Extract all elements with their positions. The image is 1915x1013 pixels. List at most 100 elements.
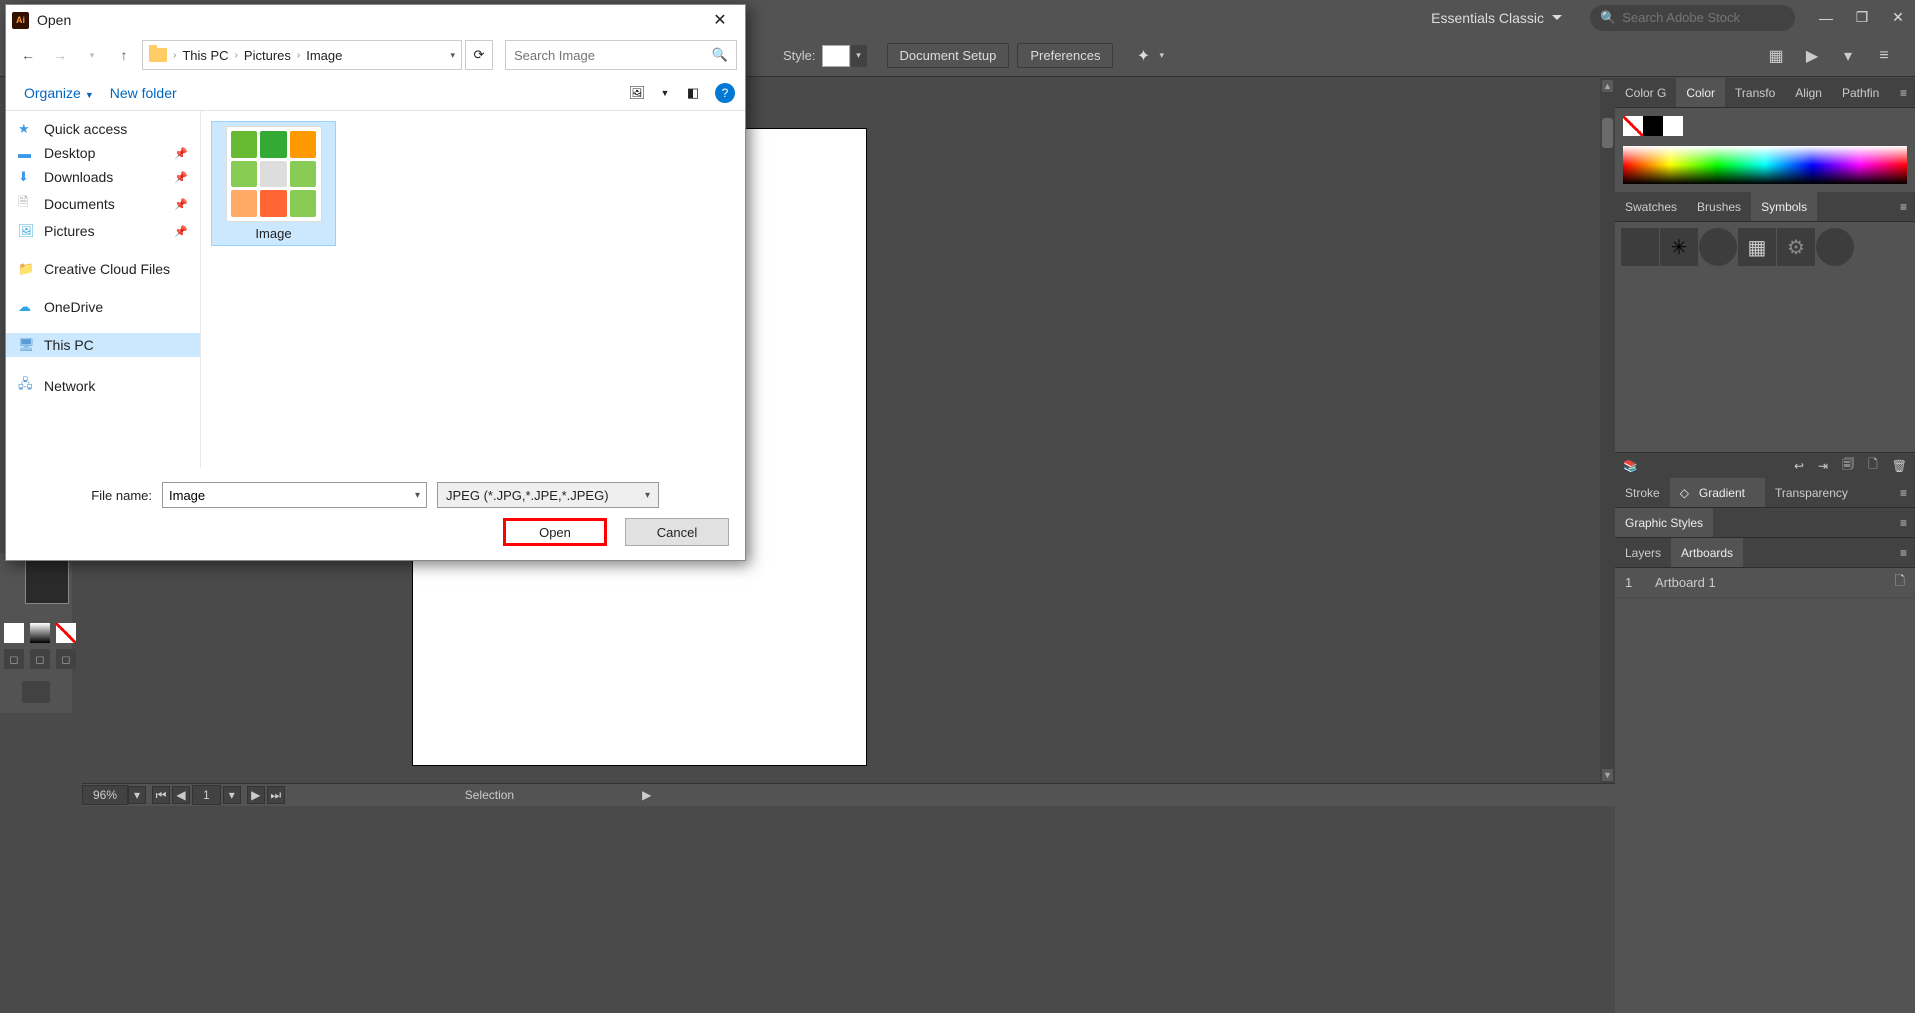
search-stock-input[interactable] (1622, 10, 1785, 25)
search-input[interactable] (514, 48, 712, 63)
color-panel-menu-icon[interactable]: ≡ (1892, 78, 1915, 107)
style-swatch[interactable] (822, 45, 850, 67)
tab-artboards[interactable]: Artboards (1671, 538, 1743, 567)
fill-stroke-indicator[interactable] (25, 560, 69, 604)
prev-artboard-button[interactable]: ◀ (172, 786, 190, 804)
snap-to-icon[interactable]: ✦ (1131, 44, 1155, 68)
symbol-item[interactable] (1816, 228, 1854, 266)
scroll-thumb[interactable] (1602, 118, 1613, 148)
filetype-select[interactable]: JPEG (*.JPG,*.JPE,*.JPEG) ▾ (437, 482, 659, 508)
search-field[interactable]: 🔍 (505, 40, 737, 70)
file-list[interactable]: Image (201, 111, 745, 468)
draw-behind-button[interactable]: ◻ (30, 649, 50, 669)
tab-symbols[interactable]: Symbols (1751, 192, 1817, 221)
symbol-item[interactable] (1699, 228, 1737, 266)
symbol-libraries-icon[interactable]: 📚 (1623, 459, 1638, 473)
gradient-mode-button[interactable] (30, 623, 50, 643)
refresh-button[interactable]: ⟳ (465, 40, 493, 70)
gpu-dropdown[interactable]: ▾ (1837, 45, 1859, 67)
nav-back-button[interactable]: ← (14, 41, 42, 69)
tab-align[interactable]: Align (1785, 78, 1832, 107)
artboard-row[interactable]: 1 Artboard 1 🗋 (1615, 568, 1915, 598)
nav-up-button[interactable]: ↑ (110, 41, 138, 69)
nav-recent-dropdown[interactable]: ▾ (78, 41, 106, 69)
symbol-item[interactable]: ▦ (1738, 228, 1776, 266)
tab-color[interactable]: Color (1676, 78, 1725, 107)
draw-inside-button[interactable]: ◻ (56, 649, 76, 669)
tab-color-guide[interactable]: Color G (1615, 78, 1676, 107)
symbol-options-icon[interactable]: 🗐 (1842, 455, 1854, 476)
delete-symbol-icon[interactable]: 🗑 (1892, 459, 1907, 473)
status-popup-arrow[interactable]: ▶ (642, 788, 651, 802)
place-symbol-icon[interactable]: ↩ (1794, 459, 1804, 473)
address-bar[interactable]: › This PC › Pictures › Image ▾ (142, 40, 462, 70)
cancel-button[interactable]: Cancel (625, 518, 729, 546)
file-item[interactable]: Image (211, 121, 336, 246)
filename-dropdown[interactable]: ▾ (415, 490, 420, 501)
document-setup-button[interactable]: Document Setup (887, 43, 1010, 68)
gpu-preview-icon[interactable]: ▶ (1801, 45, 1823, 67)
filename-combobox[interactable]: ▾ (162, 482, 427, 508)
screen-mode-button[interactable] (22, 681, 50, 703)
close-app-button[interactable]: ✕ (1889, 9, 1907, 27)
tab-swatches[interactable]: Swatches (1615, 192, 1687, 221)
scroll-up-arrow[interactable]: ▲ (1602, 80, 1613, 92)
artboard-options-icon[interactable]: 🗋 (1895, 572, 1905, 594)
tree-downloads[interactable]: ⬇Downloads📌 (6, 165, 200, 189)
next-artboard-button[interactable]: ▶ (247, 786, 265, 804)
last-artboard-button[interactable]: ⏭ (267, 786, 285, 804)
tab-transform[interactable]: Transfo (1725, 78, 1785, 107)
tree-desktop[interactable]: ▬Desktop📌 (6, 141, 200, 165)
tab-transparency[interactable]: Transparency (1765, 478, 1858, 507)
white-swatch[interactable] (1663, 116, 1683, 136)
view-mode-dropdown[interactable]: ▼ (651, 88, 679, 98)
style-dropdown[interactable]: ▾ (851, 45, 867, 67)
tree-onedrive[interactable]: ☁OneDrive (6, 295, 200, 319)
gradient-panel-menu-icon[interactable]: ≡ (1892, 478, 1915, 507)
breadcrumb-item[interactable]: Pictures (240, 46, 295, 65)
preview-pane-button[interactable]: ◧ (679, 85, 707, 101)
tree-pictures[interactable]: 🖼Pictures📌 (6, 219, 200, 243)
zoom-dropdown[interactable]: ▾ (128, 786, 146, 804)
breadcrumb-item[interactable]: This PC (178, 46, 232, 65)
arrange-documents-icon[interactable]: ▦ (1765, 45, 1787, 67)
tab-pathfinder[interactable]: Pathfin (1832, 78, 1889, 107)
view-mode-button[interactable]: 🖼 (623, 85, 651, 101)
preferences-button[interactable]: Preferences (1017, 43, 1113, 68)
filename-input[interactable] (169, 488, 415, 503)
new-symbol-icon[interactable]: 🗋 (1868, 455, 1878, 476)
dialog-titlebar[interactable]: Ai Open ✕ (6, 5, 745, 35)
tree-quick-access[interactable]: ★Quick access (6, 117, 200, 141)
symbol-item[interactable]: ✳ (1660, 228, 1698, 266)
address-dropdown[interactable]: ▾ (450, 50, 455, 61)
organize-button[interactable]: Organize▼ (16, 81, 102, 105)
fill-none-swatch[interactable] (1623, 116, 1643, 136)
none-mode-button[interactable] (56, 623, 76, 643)
new-folder-button[interactable]: New folder (102, 81, 185, 105)
color-mode-button[interactable] (4, 623, 24, 643)
artboard-dropdown[interactable]: ▾ (223, 786, 241, 804)
symbol-item[interactable]: ⚙ (1777, 228, 1815, 266)
color-spectrum[interactable] (1623, 146, 1907, 184)
tree-creative-cloud[interactable]: 📁Creative Cloud Files (6, 257, 200, 281)
scroll-down-arrow[interactable]: ▼ (1602, 769, 1613, 781)
nav-forward-button[interactable]: → (46, 41, 74, 69)
chevron-right-icon[interactable]: › (235, 50, 238, 61)
tab-stroke[interactable]: Stroke (1615, 478, 1670, 507)
symbol-item[interactable] (1621, 228, 1659, 266)
dialog-close-button[interactable]: ✕ (701, 5, 739, 35)
stroke-black-swatch[interactable] (1643, 116, 1663, 136)
tab-layers[interactable]: Layers (1615, 538, 1671, 567)
tab-brushes[interactable]: Brushes (1687, 192, 1751, 221)
artboard-number[interactable]: 1 (192, 785, 221, 805)
tree-this-pc[interactable]: 🖥This PC (6, 333, 200, 357)
tree-documents[interactable]: 🗎Documents📌 (6, 189, 200, 219)
snap-dropdown[interactable]: ▾ (1159, 50, 1164, 61)
help-icon[interactable]: ? (715, 83, 735, 103)
chevron-right-icon[interactable]: › (297, 50, 300, 61)
break-link-icon[interactable]: ⇥ (1818, 459, 1828, 473)
workspace-switcher[interactable]: Essentials Classic (1431, 10, 1562, 26)
symbols-panel-menu-icon[interactable]: ≡ (1892, 192, 1915, 221)
chevron-right-icon[interactable]: › (173, 50, 176, 61)
search-stock-field[interactable]: 🔍 (1590, 5, 1795, 31)
